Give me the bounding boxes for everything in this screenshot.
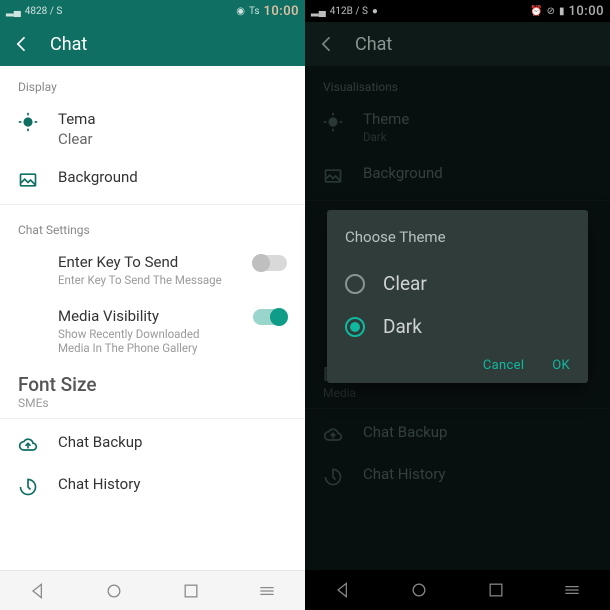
media-vis-sub: Show Recently Downloaded Media In The Ph… [58,327,233,355]
nav-home-icon[interactable] [409,580,429,600]
back-icon[interactable] [317,34,337,54]
clock: 10:00 [264,4,299,19]
nav-home-icon[interactable] [104,581,124,601]
radio-icon [345,274,365,294]
header: Chat [305,22,610,66]
divider [0,204,305,205]
theme-title: Tema [58,110,287,128]
status-bar: ▂▄ 4828 / S ◉ Ts 10:00 [0,0,305,22]
phone-light: ▂▄ 4828 / S ◉ Ts 10:00 Chat Display Tema… [0,0,305,610]
enter-key-toggle[interactable] [253,255,287,271]
cloud-up-icon [18,435,38,455]
ok-button[interactable]: OK [552,358,570,373]
nav-recent-icon[interactable] [181,581,201,601]
enter-key-sub: Enter Key To Send The Message [58,273,233,287]
signal-icon: ▂▄ [6,6,21,17]
page-title: Chat [50,34,87,55]
row-chat-history[interactable]: Chat History [0,465,305,507]
row-background[interactable]: Background [0,158,305,200]
history-icon [18,477,38,497]
nav-recent-icon[interactable] [486,580,506,600]
background-title: Background [58,168,287,186]
cancel-button[interactable]: Cancel [483,358,524,373]
option-dark[interactable]: Dark [345,305,570,348]
nav-menu-icon[interactable] [562,580,582,600]
header: Chat [0,22,305,66]
media-vis-title: Media Visibility [58,307,233,325]
net-speed: 412B / S [330,6,368,17]
nav-back-icon[interactable] [28,581,48,601]
option-clear[interactable]: Clear [345,262,570,305]
radio-icon [345,317,365,337]
clock: 10:00 [569,4,604,19]
row-enter-key[interactable]: Enter Key To Send Enter Key To Send The … [0,243,305,297]
dnd-icon: ⊘ [547,6,555,17]
chat-backup-title: Chat Backup [58,433,287,451]
spacer-icon [18,309,38,329]
net-speed: 4828 / S [25,6,63,17]
bubble-icon: ● [372,6,378,17]
dialog-title: Choose Theme [345,228,570,246]
section-chat-settings: Chat Settings [0,209,305,243]
nav-bar [0,570,305,610]
nav-menu-icon[interactable] [257,581,277,601]
row-font-size[interactable]: Font Size SMEs [0,365,305,414]
page-title: Chat [355,34,392,55]
signal-icon: ▂▄ [311,6,326,17]
status-bar: ▂▄ 412B / S ● ⏰ ⊘ ▮ 10:00 [305,0,610,22]
eye-icon: ◉ [236,6,245,17]
option-clear-label: Clear [383,272,427,295]
row-chat-backup[interactable]: Chat Backup [0,423,305,465]
alarm-icon: ⏰ [530,6,542,17]
back-icon[interactable] [12,34,32,54]
theme-value: Clear [58,130,287,148]
font-size-title: Font Size [18,373,287,396]
media-vis-toggle[interactable] [253,309,287,325]
theme-icon [18,112,38,132]
option-dark-label: Dark [383,315,422,338]
chat-history-title: Chat History [58,475,287,493]
theme-dialog: Choose Theme Clear Dark Cancel OK [327,210,588,383]
nav-bar [305,570,610,610]
enter-key-title: Enter Key To Send [58,253,233,271]
image-icon [18,170,38,190]
row-theme[interactable]: Tema Clear [0,100,305,158]
battery-icon: ▮ [559,6,565,17]
nav-back-icon[interactable] [333,580,353,600]
phone-dark: ▂▄ 412B / S ● ⏰ ⊘ ▮ 10:00 Chat Visualisa… [305,0,610,610]
row-media-visibility[interactable]: Media Visibility Show Recently Downloade… [0,297,305,365]
font-size-value: SMEs [18,396,287,410]
section-display: Display [0,66,305,100]
spacer-icon [18,255,38,275]
ts-label: Ts [249,6,260,17]
divider [0,418,305,419]
